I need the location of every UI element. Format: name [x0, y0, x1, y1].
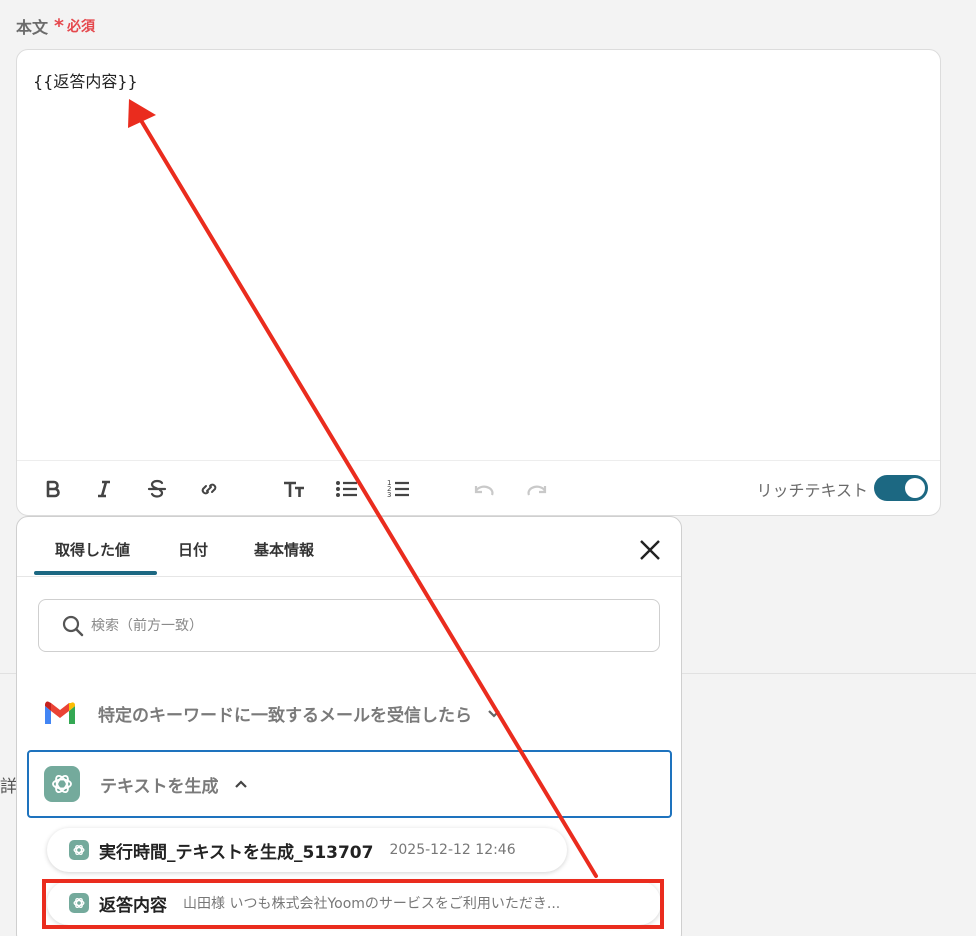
- item-name: 実行時間_テキストを生成_513707: [99, 842, 374, 863]
- page: 本文 * 必須 {{返答内容}} 123 リッチテキスト 詳 取得した値 日付 …: [0, 0, 976, 936]
- search-icon: [62, 615, 84, 636]
- variable-item-execution-time[interactable]: 実行時間_テキストを生成_513707 2025-12-12 12:46: [47, 828, 567, 872]
- link-icon: [201, 483, 217, 495]
- bullet-list-button[interactable]: [333, 475, 361, 503]
- active-tab-indicator: [34, 571, 157, 575]
- search-input[interactable]: [91, 617, 591, 634]
- close-button[interactable]: [637, 537, 663, 563]
- group-label: 特定のキーワードに一致するメールを受信したら: [98, 705, 472, 726]
- close-icon: [640, 540, 660, 560]
- group-generate-text[interactable]: テキストを生成: [27, 750, 672, 818]
- rich-text-toggle[interactable]: [874, 475, 928, 501]
- link-button[interactable]: [195, 475, 223, 503]
- tab-acquired-values[interactable]: 取得した値: [55, 539, 130, 560]
- bold-button[interactable]: [39, 475, 67, 503]
- undo-button[interactable]: [470, 475, 498, 503]
- field-label-text: 本文: [16, 18, 49, 37]
- search-box: [38, 599, 660, 652]
- group-gmail-trigger[interactable]: 特定のキーワードに一致するメールを受信したら: [27, 679, 672, 747]
- chatgpt-icon: [69, 840, 89, 860]
- picker-tabs: 取得した値 日付 基本情報: [17, 517, 681, 577]
- bold-icon: [46, 480, 60, 498]
- partial-label: 詳: [0, 777, 17, 797]
- body-field-label: 本文 * 必須: [16, 14, 95, 38]
- undo-icon: [474, 485, 494, 496]
- editor-toolbar: 123 リッチテキスト: [17, 460, 940, 515]
- chevron-down-icon: [488, 710, 500, 718]
- rich-text-label: リッチテキスト: [756, 481, 868, 500]
- tab-date[interactable]: 日付: [178, 539, 208, 560]
- italic-button[interactable]: [90, 475, 118, 503]
- chevron-up-icon: [234, 780, 247, 788]
- editor-content[interactable]: {{返答内容}}: [33, 68, 138, 92]
- tab-basic-info[interactable]: 基本情報: [254, 539, 314, 560]
- redo-icon: [527, 485, 547, 496]
- required-text: 必須: [66, 19, 95, 35]
- italic-icon: [98, 480, 110, 498]
- text-size-icon: [284, 481, 304, 497]
- gmail-icon: [42, 695, 78, 731]
- item-value: 2025-12-12 12:46: [389, 842, 516, 858]
- redo-button[interactable]: [523, 475, 551, 503]
- group-label: テキストを生成: [100, 776, 219, 797]
- strikethrough-icon: [147, 479, 167, 498]
- annotation-highlight-box: [42, 879, 664, 929]
- strikethrough-button[interactable]: [143, 475, 171, 503]
- text-size-button[interactable]: [280, 475, 308, 503]
- body-editor[interactable]: {{返答内容}} 123 リッチテキスト: [16, 49, 941, 516]
- bullet-list-icon: [336, 481, 357, 497]
- required-asterisk: *: [54, 15, 64, 37]
- numbered-list-icon: 123: [387, 479, 409, 499]
- numbered-list-button[interactable]: 123: [385, 475, 413, 503]
- toggle-knob: [905, 478, 925, 498]
- chatgpt-icon: [44, 766, 80, 802]
- svg-text:3: 3: [387, 491, 391, 499]
- variable-picker-panel: 取得した値 日付 基本情報 特定のキーワードに一致するメールを受信したら テキス…: [16, 516, 682, 936]
